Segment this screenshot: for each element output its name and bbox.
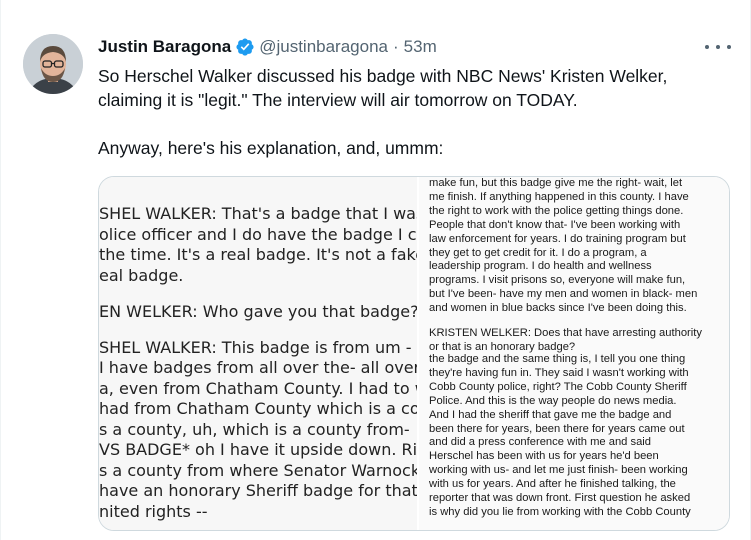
tweet-header: Justin Baragona @justinbaragona · 53m — [98, 36, 437, 58]
transcript-gap — [99, 322, 417, 338]
media-image-left-transcript[interactable]: SHEL WALKER: That's a badge that I was g… — [99, 177, 417, 530]
transcript-line: s a county, uh, which is a county from- — [99, 419, 410, 439]
tweet-media[interactable]: SHEL WALKER: That's a badge that I was g… — [98, 176, 730, 531]
transcript-line: Police. And this is the way people do ne… — [429, 394, 677, 407]
transcript-line: make fun, but this badge give me the rig… — [429, 177, 683, 189]
transcript-line: KRISTEN WELKER: Does that have arresting… — [429, 327, 702, 339]
transcript-line: People that don't know that- I've been w… — [429, 218, 681, 231]
transcript-line: Cobb County police, right? The Cobb Coun… — [429, 380, 687, 393]
transcript-line: been there for years, been there for yea… — [429, 422, 685, 435]
tweet-paragraph: So Herschel Walker discussed his badge w… — [98, 66, 668, 110]
transcript-line: with us for years. And after he finished… — [429, 478, 676, 491]
transcript-line: a, even from Chatham County. I had to wa — [99, 378, 417, 398]
more-dot — [705, 45, 709, 49]
transcript-line: And I had the sheriff that gave me the b… — [429, 408, 672, 421]
transcript-line: the time. It's a real badge. It's not a … — [99, 245, 417, 264]
transcript-line: law enforcement for years. I do training… — [429, 232, 686, 245]
more-options-icon[interactable] — [705, 36, 731, 58]
right-transcript-bottom: the badge and the same thing is, I tell … — [429, 353, 691, 520]
transcript-line: they get to get credit for it. I do a pr… — [429, 246, 647, 259]
transcript-line: leadership program. I do health and well… — [429, 260, 652, 273]
transcript-line: s a county from where Senator Warnock — [99, 460, 417, 480]
separator-dot: · — [393, 37, 399, 56]
author-display-name[interactable]: Justin Baragona — [98, 37, 231, 57]
media-image-right-transcript[interactable]: make fun, but this badge give me the rig… — [419, 177, 729, 530]
transcript-line: SHEL WALKER: This badge is from um - th — [99, 337, 417, 357]
more-dot — [727, 45, 731, 49]
transcript-line: the badge and the same thing is, I tell … — [429, 353, 686, 365]
tweet-paragraph: Anyway, here's his explanation, and, umm… — [98, 138, 444, 158]
transcript-line: but I've been- have my men and women in … — [429, 288, 698, 301]
more-dot — [716, 45, 720, 49]
transcript-line: is why did you lie from working with the… — [429, 505, 691, 518]
transcript-line: working with us- and let me just finish-… — [429, 464, 688, 477]
right-transcript-top: make fun, but this badge give me the rig… — [429, 177, 697, 316]
transcript-line: they're having fun in. They said I wasn'… — [429, 366, 689, 379]
author-handle[interactable]: @justinbaragona — [259, 37, 388, 57]
transcript-line: me finish. If anything happened in this … — [429, 190, 689, 203]
tweet-timestamp[interactable]: 53m — [404, 37, 437, 57]
transcript-line: olice officer and I do have the badge I … — [99, 224, 417, 244]
transcript-line: and women in blue backs since I've been … — [429, 302, 687, 315]
transcript-line: I have badges from all over the- all ove… — [99, 358, 417, 377]
transcript-line: programs. I visit prisons so, everyone w… — [429, 274, 686, 287]
transcript-line: reporter that was down front. First ques… — [429, 492, 691, 505]
transcript-line: Herschel has been with us for years he'd… — [429, 450, 659, 463]
transcript-line: eal badge. — [99, 265, 184, 285]
transcript-line: VS BADGE* oh I have it upside down. Righ — [99, 440, 417, 459]
avatar-portrait — [23, 34, 83, 94]
right-transcript-question: KRISTEN WELKER: Does that have arresting… — [429, 327, 702, 355]
transcript-line: nited rights -- — [99, 501, 208, 521]
transcript-line: and did a press conference with me and s… — [429, 436, 652, 449]
tweet[interactable]: Justin Baragona @justinbaragona · 53m So… — [0, 0, 751, 540]
transcript-line: EN WELKER: Who gave you that badge? — [99, 301, 417, 321]
left-transcript-text: SHEL WALKER: That's a badge that I was g… — [99, 204, 417, 522]
avatar[interactable] — [23, 34, 83, 94]
transcript-line: the right to work with the police gettin… — [429, 204, 684, 217]
transcript-gap — [99, 286, 417, 302]
transcript-line: SHEL WALKER: That's a badge that I was g — [99, 204, 417, 223]
transcript-line: had from Chatham County which is a cou — [99, 399, 417, 418]
tweet-text: So Herschel Walker discussed his badge w… — [98, 64, 718, 160]
transcript-line: have an honorary Sheriff badge for that … — [99, 481, 417, 500]
verified-badge-icon — [236, 38, 254, 56]
